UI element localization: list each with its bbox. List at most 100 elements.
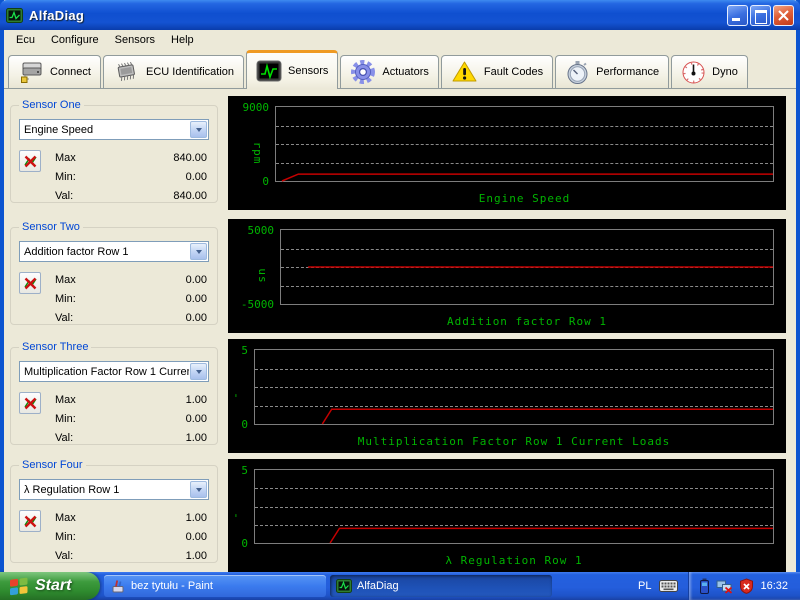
chart-plot-area bbox=[280, 229, 774, 305]
selected-sensor: Engine Speed bbox=[24, 123, 94, 136]
tab-label: Fault Codes bbox=[483, 66, 544, 78]
tab-label: Dyno bbox=[712, 66, 738, 78]
chart-title: λ Regulation Row 1 bbox=[445, 554, 583, 567]
y-axis-min-label: 0 bbox=[241, 418, 248, 431]
val-value: 1.00 bbox=[185, 431, 207, 444]
y-axis-min-label: -5000 bbox=[240, 298, 274, 311]
gauge-icon bbox=[681, 60, 706, 85]
language-indicator[interactable]: PL bbox=[638, 580, 651, 592]
minimize-button[interactable] bbox=[727, 4, 748, 26]
menubar: Ecu Configure Sensors Help bbox=[4, 30, 796, 49]
tab-label: Connect bbox=[50, 66, 91, 78]
tab-ecu-identification[interactable]: ECU Identification bbox=[102, 55, 245, 88]
app-icon bbox=[6, 7, 23, 23]
val-value: 1.00 bbox=[185, 549, 207, 562]
tab-fault-codes[interactable]: Fault Codes bbox=[440, 55, 554, 88]
sensor-three-select[interactable]: Multiplication Factor Row 1 Current bbox=[19, 361, 209, 382]
group-label: Sensor Four bbox=[19, 459, 86, 471]
tab-sensors[interactable]: Sensors bbox=[246, 50, 339, 89]
max-label: Max bbox=[55, 151, 76, 164]
dropdown-button[interactable] bbox=[190, 363, 207, 380]
tab-strip: Connect ECU Identification Sensors Actua… bbox=[4, 49, 796, 89]
system-tray: 16:32 bbox=[688, 572, 800, 600]
selected-sensor: λ Regulation Row 1 bbox=[24, 483, 120, 496]
val-label: Val: bbox=[55, 311, 74, 324]
start-button[interactable]: Start bbox=[0, 572, 100, 600]
chart-plot-area bbox=[275, 106, 774, 182]
clear-chart-icon bbox=[23, 397, 37, 409]
min-label: Min: bbox=[55, 530, 76, 543]
keyboard-icon[interactable] bbox=[659, 580, 679, 592]
clear-chart-button[interactable] bbox=[19, 150, 41, 172]
min-value: 0.00 bbox=[185, 412, 207, 425]
clear-chart-button[interactable] bbox=[19, 392, 41, 414]
sensors-page: Sensor One Engine Speed Max 840.00 Min: 0.… bbox=[4, 88, 796, 572]
tab-label: Performance bbox=[596, 66, 660, 78]
chip-icon bbox=[113, 60, 140, 84]
chart-plot-area bbox=[254, 349, 774, 425]
tab-actuators[interactable]: Actuators bbox=[340, 55, 439, 88]
chart-title: Addition factor Row 1 bbox=[446, 315, 608, 328]
network-disconnected-icon[interactable] bbox=[716, 579, 733, 594]
taskbar-button-paint[interactable]: bez tytułu - Paint bbox=[104, 575, 326, 597]
y-axis-max-label: 5 bbox=[241, 344, 248, 357]
battery-tray-icon[interactable] bbox=[699, 578, 710, 594]
alfadiag-icon bbox=[336, 579, 352, 593]
dropdown-button[interactable] bbox=[190, 121, 207, 138]
menu-configure[interactable]: Configure bbox=[43, 32, 107, 48]
clear-chart-button[interactable] bbox=[19, 272, 41, 294]
y-axis-max-label: 5000 bbox=[247, 224, 275, 237]
taskbar-button-alfadiag[interactable]: AlfaDiag bbox=[330, 575, 552, 597]
windows-flag-icon bbox=[8, 576, 30, 596]
clear-chart-icon bbox=[23, 515, 37, 527]
tab-performance[interactable]: Performance bbox=[555, 55, 670, 88]
y-axis-unit-label: us bbox=[256, 268, 269, 284]
sensor-one-select[interactable]: Engine Speed bbox=[19, 119, 209, 140]
menu-sensors[interactable]: Sensors bbox=[107, 32, 163, 48]
maximize-button[interactable] bbox=[750, 4, 771, 26]
max-label: Max bbox=[55, 511, 76, 524]
max-value: 840.00 bbox=[173, 151, 207, 164]
chevron-down-icon bbox=[195, 249, 202, 254]
sensor-three-group: Sensor Three Multiplication Factor Row 1… bbox=[10, 341, 218, 445]
dropdown-button[interactable] bbox=[190, 243, 207, 260]
val-value: 840.00 bbox=[173, 189, 207, 202]
sensor-four-select[interactable]: λ Regulation Row 1 bbox=[19, 479, 209, 500]
paint-icon bbox=[110, 578, 126, 594]
chart-engine-speed: 9000 rpm 0 Engine Speed bbox=[228, 96, 786, 210]
task-label: AlfaDiag bbox=[357, 580, 399, 592]
chevron-down-icon bbox=[195, 127, 202, 132]
stopwatch-icon bbox=[565, 60, 590, 85]
max-value: 1.00 bbox=[185, 393, 207, 406]
dropdown-button[interactable] bbox=[190, 481, 207, 498]
window-title: AlfaDiag bbox=[29, 7, 85, 23]
security-alert-shield-icon[interactable] bbox=[739, 578, 754, 594]
min-value: 0.00 bbox=[185, 170, 207, 183]
menu-ecu[interactable]: Ecu bbox=[8, 32, 43, 48]
selected-sensor: Addition factor Row 1 bbox=[24, 245, 129, 258]
harddrive-icon bbox=[18, 60, 44, 84]
val-label: Val: bbox=[55, 189, 74, 202]
start-label: Start bbox=[35, 577, 72, 594]
taskbar-clock[interactable]: 16:32 bbox=[760, 580, 792, 592]
menu-help[interactable]: Help bbox=[163, 32, 202, 48]
series-line bbox=[255, 350, 773, 424]
max-label: Max bbox=[55, 273, 76, 286]
min-value: 0.00 bbox=[185, 292, 207, 305]
alfadiag-window: AlfaDiag Ecu Configure Sensors Help Conn… bbox=[0, 0, 800, 572]
selected-sensor: Multiplication Factor Row 1 Current bbox=[24, 365, 189, 378]
tab-dyno[interactable]: Dyno bbox=[671, 55, 748, 88]
oscilloscope-icon bbox=[256, 60, 282, 82]
sensor-two-select[interactable]: Addition factor Row 1 bbox=[19, 241, 209, 262]
clear-chart-icon bbox=[23, 155, 37, 167]
taskbar: Start bez tytułu - Paint AlfaDiag PL 16:… bbox=[0, 572, 800, 600]
min-label: Min: bbox=[55, 170, 76, 183]
close-button[interactable] bbox=[773, 4, 794, 26]
chart-multiplication-factor: 5 - 0 Multiplication Factor Row 1 Curren… bbox=[228, 339, 786, 453]
clear-chart-button[interactable] bbox=[19, 510, 41, 532]
tab-connect[interactable]: Connect bbox=[8, 55, 101, 88]
min-value: 0.00 bbox=[185, 530, 207, 543]
y-axis-unit-label: rpm bbox=[251, 141, 264, 165]
sensor-four-group: Sensor Four λ Regulation Row 1 Max 1.00 M… bbox=[10, 459, 218, 563]
min-label: Min: bbox=[55, 292, 76, 305]
